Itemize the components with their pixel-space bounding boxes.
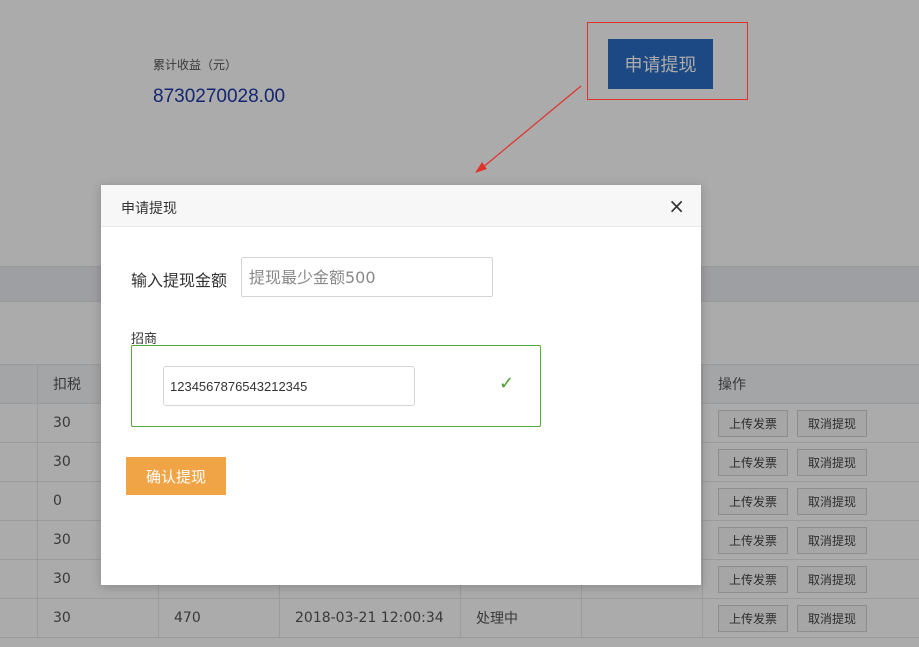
close-icon[interactable]: × bbox=[668, 196, 685, 216]
dialog-header: 申请提现 × bbox=[101, 185, 701, 227]
withdraw-dialog: 申请提现 × 输入提现金额 招商 ✓ 确认提现 bbox=[101, 185, 701, 585]
bank-card-group: ✓ bbox=[131, 345, 541, 427]
check-icon: ✓ bbox=[499, 373, 515, 394]
amount-input[interactable] bbox=[241, 257, 493, 297]
confirm-withdraw-button[interactable]: 确认提现 bbox=[126, 457, 226, 495]
amount-label: 输入提现金额 bbox=[131, 271, 228, 290]
card-number-input[interactable] bbox=[163, 366, 415, 406]
dialog-title: 申请提现 bbox=[121, 201, 177, 217]
